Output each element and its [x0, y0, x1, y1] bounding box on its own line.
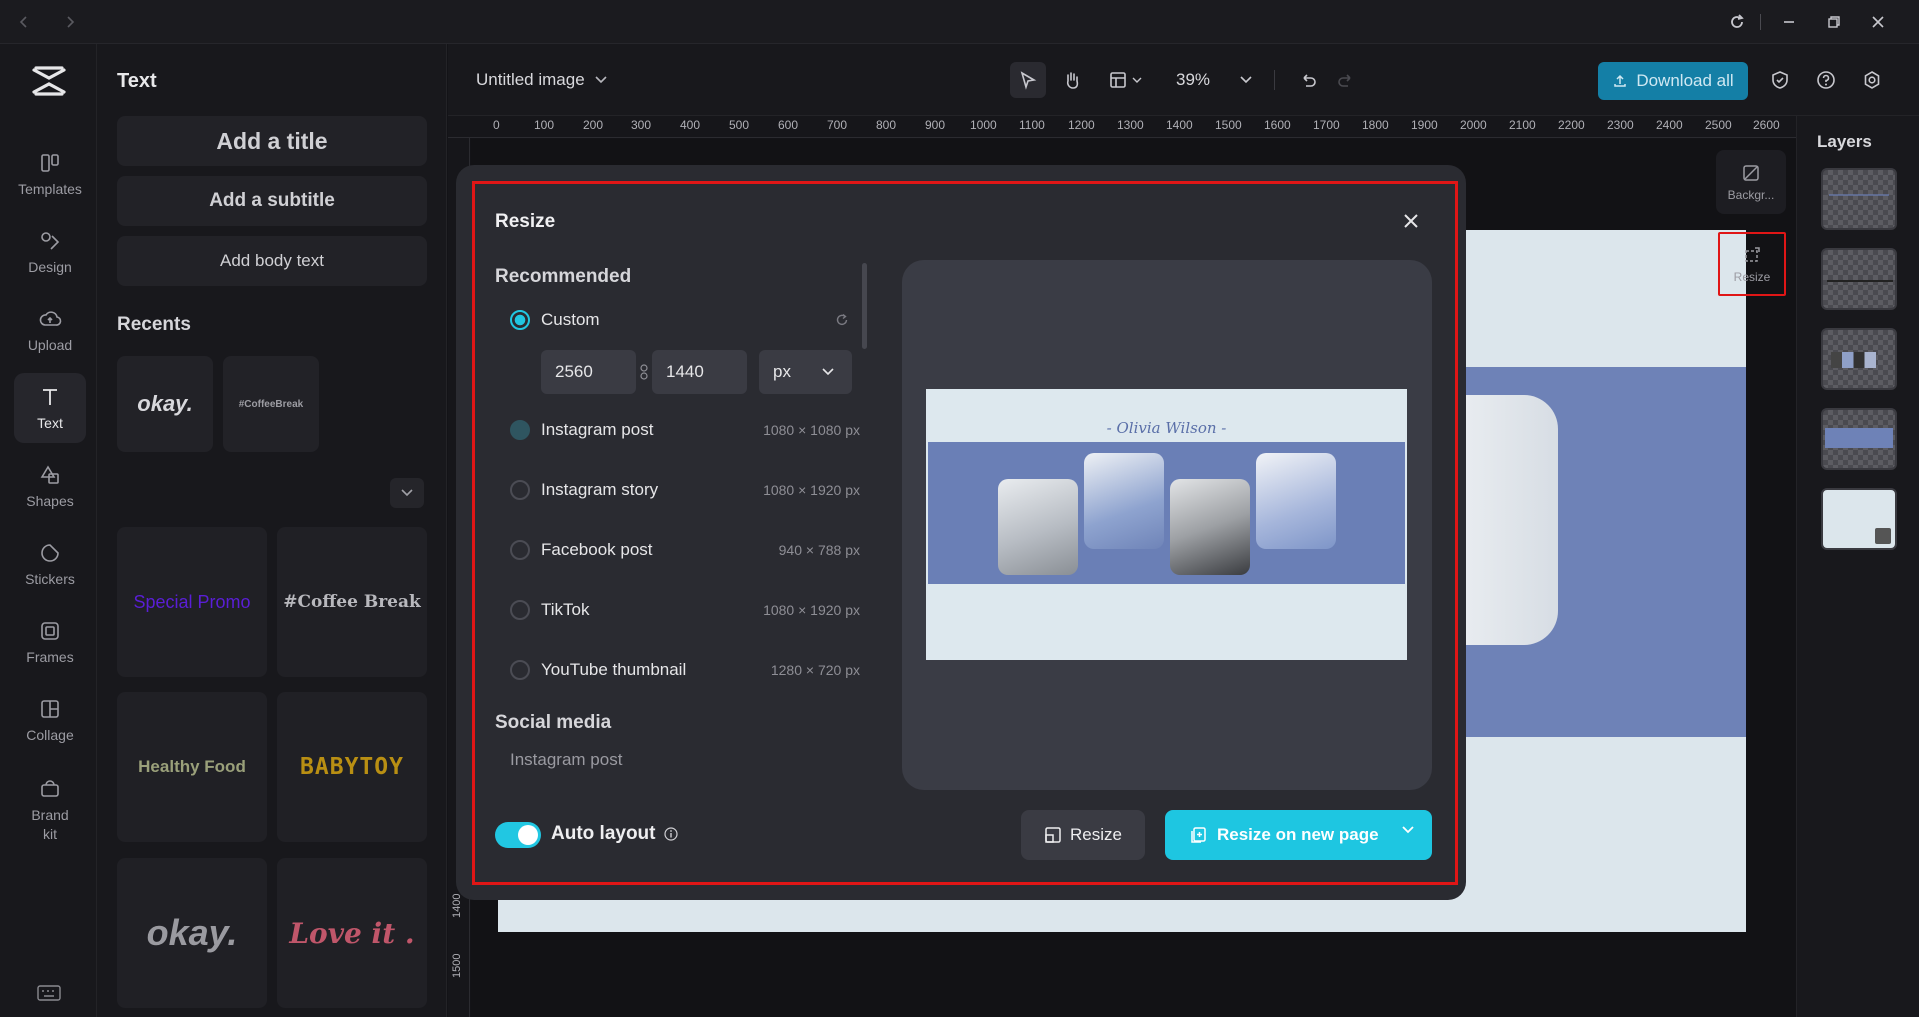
chevron-down-icon[interactable]	[1402, 826, 1414, 834]
preview-photo-2	[1084, 453, 1164, 549]
reset-icon[interactable]	[834, 312, 850, 328]
link-aspect-icon[interactable]	[636, 362, 652, 382]
social-instagram-post[interactable]: Instagram post	[510, 750, 622, 770]
auto-layout-label: Auto layout	[551, 823, 678, 845]
option-youtube-thumbnail[interactable]: YouTube thumbnail 1280 × 720 px	[510, 655, 860, 685]
radio-instagram-story[interactable]	[510, 480, 530, 500]
modal-close-button[interactable]	[1396, 206, 1426, 236]
auto-layout-toggle[interactable]	[495, 822, 541, 848]
preview-signature: - Olivia Wilson -	[1106, 419, 1227, 437]
unit-select[interactable]: px	[759, 350, 852, 394]
modal-title: Resize	[495, 211, 556, 232]
radio-instagram-post[interactable]	[510, 420, 530, 440]
radio-youtube-thumbnail[interactable]	[510, 660, 530, 680]
recommended-heading: Recommended	[495, 266, 632, 287]
preview-artboard: - Olivia Wilson -	[926, 389, 1407, 660]
options-scrollbar[interactable]	[862, 263, 867, 349]
preview-photo-3	[1170, 479, 1250, 575]
preview-photo-4	[1256, 453, 1336, 549]
option-instagram-post[interactable]: Instagram post 1080 × 1080 px	[510, 415, 860, 445]
close-icon	[1404, 214, 1418, 228]
new-page-icon	[1191, 827, 1206, 843]
resize-on-new-page-button[interactable]: Resize on new page	[1165, 810, 1432, 860]
radio-custom[interactable]	[510, 310, 530, 330]
resize-button[interactable]: Resize	[1021, 810, 1145, 860]
info-icon[interactable]	[663, 827, 678, 841]
resize-icon	[1045, 827, 1061, 843]
social-media-heading: Social media	[495, 712, 612, 733]
option-tiktok[interactable]: TikTok 1080 × 1920 px	[510, 595, 860, 625]
option-custom[interactable]: Custom	[510, 305, 850, 335]
radio-tiktok[interactable]	[510, 600, 530, 620]
height-input[interactable]: 1440	[652, 350, 747, 394]
option-facebook-post[interactable]: Facebook post 940 × 788 px	[510, 535, 860, 565]
preview-photo-1	[998, 479, 1078, 575]
chevron-down-icon	[822, 368, 834, 376]
width-input[interactable]: 2560	[541, 350, 636, 394]
radio-facebook-post[interactable]	[510, 540, 530, 560]
option-instagram-story[interactable]: Instagram story 1080 × 1920 px	[510, 475, 860, 505]
